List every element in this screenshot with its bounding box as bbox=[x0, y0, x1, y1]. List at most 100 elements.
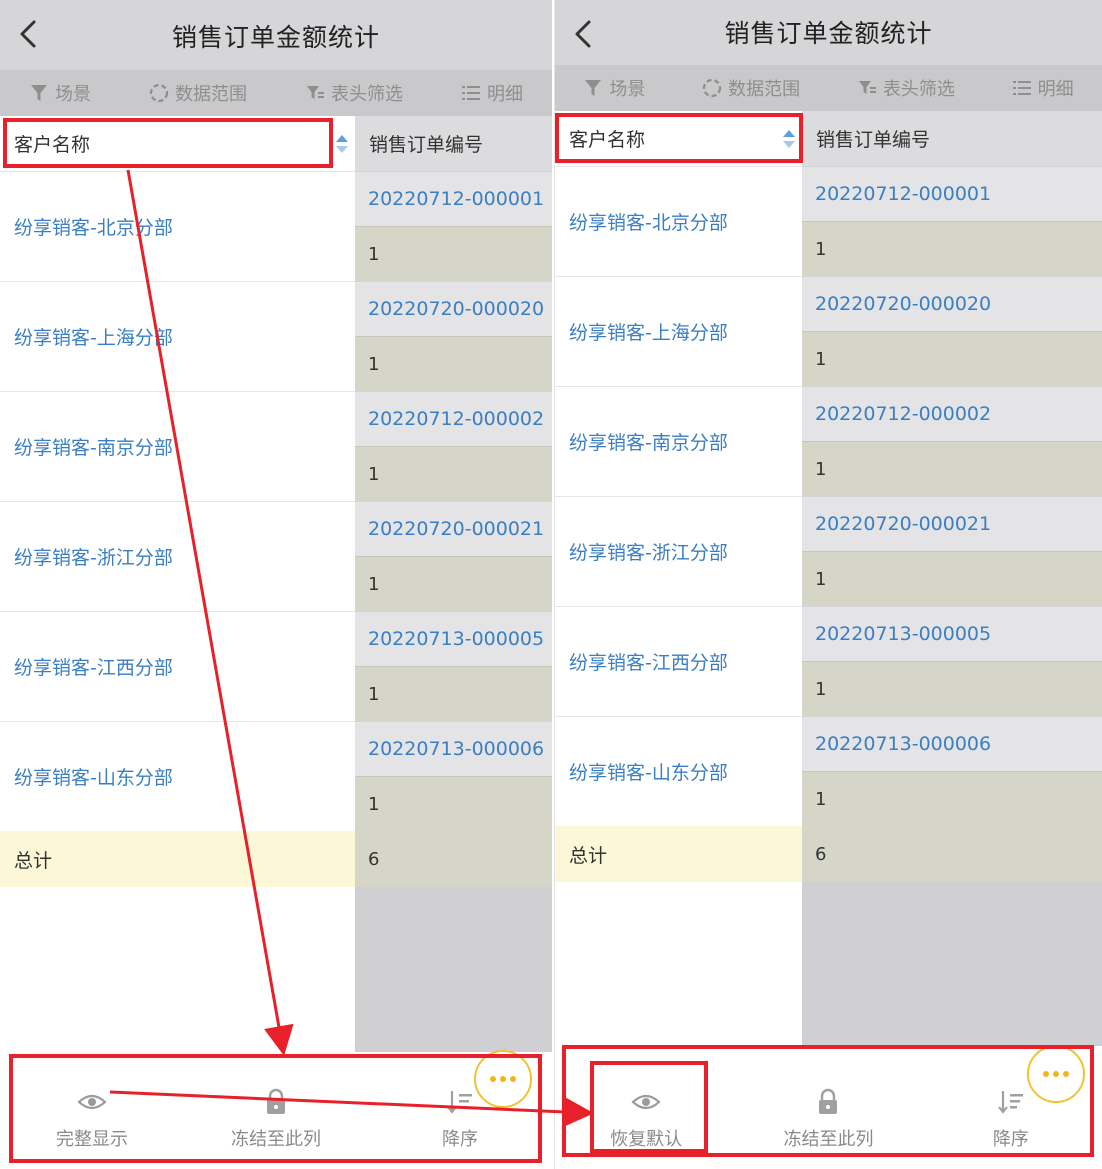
total-value: 6 bbox=[802, 826, 1102, 882]
order-number-cell[interactable]: 20220712-000001 bbox=[355, 171, 552, 226]
report-table: 客户名称 纷享销客-北京分部 纷享销客-上海分部 纷享销客-南京分部 纷享销客-… bbox=[0, 116, 552, 1169]
sort-descending-icon bbox=[997, 1091, 1023, 1114]
scene-button[interactable]: 场景 bbox=[29, 80, 91, 106]
customer-cell[interactable]: 纷享销客-北京分部 bbox=[0, 171, 355, 281]
customer-cell[interactable]: 纷享销客-南京分部 bbox=[0, 391, 355, 501]
customer-column: 客户名称 纷享销客-北京分部 纷享销客-上海分部 纷享销客-南京分部 纷享销客-… bbox=[555, 111, 802, 1169]
funnel-icon bbox=[585, 80, 602, 96]
order-number-cell[interactable]: 20220713-000005 bbox=[802, 606, 1102, 661]
data-range-label: 数据范围 bbox=[175, 84, 247, 105]
report-toolbar: 场景 数据范围 表头筛选 明细 bbox=[555, 65, 1102, 111]
freeze-column-label: 冻结至此列 bbox=[783, 1129, 874, 1150]
amount-cell: 1 bbox=[802, 221, 1102, 276]
order-column-header[interactable]: 销售订单编号 bbox=[802, 111, 1102, 166]
list-icon bbox=[1012, 81, 1031, 95]
amount-cell: 1 bbox=[355, 556, 552, 611]
page-title: 销售订单金额统计 bbox=[171, 23, 380, 52]
order-number-cell[interactable]: 20220720-000021 bbox=[355, 501, 552, 556]
freeze-column-button[interactable]: 冻结至此列 bbox=[753, 1087, 903, 1151]
order-column-header[interactable]: 销售订单编号 bbox=[355, 116, 552, 171]
sort-descending-label: 降序 bbox=[442, 1129, 478, 1150]
report-toolbar: 场景 数据范围 表头筛选 明细 bbox=[0, 70, 552, 116]
restore-default-button[interactable]: 恢复默认 bbox=[571, 1087, 721, 1151]
total-label: 总计 bbox=[0, 831, 355, 887]
order-number-cell[interactable]: 20220713-000006 bbox=[802, 716, 1102, 771]
sort-descending-label: 降序 bbox=[992, 1129, 1029, 1150]
detail-label: 明细 bbox=[1037, 79, 1074, 100]
scene-label: 场景 bbox=[609, 79, 646, 100]
detail-button[interactable]: 明细 bbox=[461, 80, 523, 106]
freeze-column-button[interactable]: 冻结至此列 bbox=[201, 1087, 351, 1151]
left-screenshot-panel: 销售订单金额统计 场景 数据范围 表头筛选 明细 客户名称 纷享销客-北京分部 … bbox=[0, 0, 552, 1169]
customer-cell[interactable]: 纷享销客-北京分部 bbox=[555, 166, 802, 276]
order-header-label: 销售订单编号 bbox=[369, 134, 484, 156]
app-header: 销售订单金额统计 bbox=[555, 0, 1102, 65]
customer-header-label: 客户名称 bbox=[569, 129, 646, 151]
customer-column-header[interactable]: 客户名称 bbox=[555, 111, 802, 166]
scope-ring-icon bbox=[149, 83, 169, 103]
amount-cell: 1 bbox=[802, 441, 1102, 496]
detail-button[interactable]: 明细 bbox=[1012, 75, 1074, 101]
detail-label: 明细 bbox=[487, 84, 523, 105]
show-full-button[interactable]: 完整显示 bbox=[17, 1087, 167, 1151]
customer-cell[interactable]: 纷享销客-江西分部 bbox=[0, 611, 355, 721]
amount-cell: 1 bbox=[802, 551, 1102, 606]
customer-column-header[interactable]: 客户名称 bbox=[0, 116, 355, 171]
column-action-bar: 恢复默认 冻结至此列 降序 bbox=[555, 1046, 1102, 1169]
scene-label: 场景 bbox=[55, 84, 91, 105]
lock-icon bbox=[267, 1088, 285, 1114]
customer-cell[interactable]: 纷享销客-浙江分部 bbox=[0, 501, 355, 611]
more-dots-icon bbox=[490, 1076, 516, 1082]
total-label: 总计 bbox=[555, 826, 802, 882]
more-button[interactable] bbox=[474, 1050, 532, 1108]
sort-arrows-icon[interactable] bbox=[782, 129, 796, 149]
amount-cell: 1 bbox=[802, 661, 1102, 716]
sort-arrows-icon[interactable] bbox=[335, 134, 349, 154]
amount-cell: 1 bbox=[802, 771, 1102, 826]
customer-cell[interactable]: 纷享销客-江西分部 bbox=[555, 606, 802, 716]
order-number-cell[interactable]: 20220712-000001 bbox=[802, 166, 1102, 221]
customer-column: 客户名称 纷享销客-北京分部 纷享销客-上海分部 纷享销客-南京分部 纷享销客-… bbox=[0, 116, 355, 1169]
order-number-cell[interactable]: 20220713-000005 bbox=[355, 611, 552, 666]
funnel-icon bbox=[31, 85, 47, 101]
amount-cell: 1 bbox=[355, 336, 552, 391]
customer-cell[interactable]: 纷享销客-南京分部 bbox=[555, 386, 802, 496]
customer-cell[interactable]: 纷享销客-浙江分部 bbox=[555, 496, 802, 606]
amount-cell: 1 bbox=[355, 776, 552, 831]
order-number-cell[interactable]: 20220712-000002 bbox=[802, 386, 1102, 441]
header-filter-button[interactable]: 表头筛选 bbox=[305, 80, 403, 106]
customer-cell[interactable]: 纷享销客-山东分部 bbox=[0, 721, 355, 831]
amount-cell: 1 bbox=[355, 446, 552, 501]
data-range-button[interactable]: 数据范围 bbox=[702, 75, 800, 101]
amount-cell: 1 bbox=[355, 666, 552, 721]
more-button[interactable] bbox=[1027, 1045, 1085, 1103]
header-filter-button[interactable]: 表头筛选 bbox=[857, 75, 955, 101]
customer-header-label: 客户名称 bbox=[14, 134, 91, 156]
freeze-column-label: 冻结至此列 bbox=[231, 1129, 321, 1150]
order-number-cell[interactable]: 20220712-000002 bbox=[355, 391, 552, 446]
order-column: 销售订单编号 20220712-000001 1 20220720-000020… bbox=[802, 111, 1102, 882]
order-number-cell[interactable]: 20220720-000021 bbox=[802, 496, 1102, 551]
scope-ring-icon bbox=[703, 78, 722, 98]
order-header-label: 销售订单编号 bbox=[816, 129, 931, 151]
right-screenshot-panel: 销售订单金额统计 场景 数据范围 表头筛选 明细 客户名称 纷享销客-北京分部 … bbox=[554, 0, 1102, 1169]
order-number-cell[interactable]: 20220720-000020 bbox=[355, 281, 552, 336]
more-dots-icon bbox=[1043, 1071, 1069, 1077]
order-number-cell[interactable]: 20220720-000020 bbox=[802, 276, 1102, 331]
report-table: 客户名称 纷享销客-北京分部 纷享销客-上海分部 纷享销客-南京分部 纷享销客-… bbox=[555, 111, 1102, 1169]
column-filter-icon bbox=[307, 86, 324, 99]
show-full-label: 完整显示 bbox=[56, 1129, 128, 1150]
order-number-cell[interactable]: 20220713-000006 bbox=[355, 721, 552, 776]
customer-cell[interactable]: 纷享销客-上海分部 bbox=[0, 281, 355, 391]
customer-cell[interactable]: 纷享销客-上海分部 bbox=[555, 276, 802, 386]
sort-descending-icon bbox=[447, 1091, 472, 1114]
lock-icon bbox=[819, 1088, 838, 1114]
scene-button[interactable]: 场景 bbox=[583, 75, 645, 101]
data-range-button[interactable]: 数据范围 bbox=[149, 80, 247, 106]
amount-cell: 1 bbox=[355, 226, 552, 281]
column-action-bar: 完整显示 冻结至此列 降序 bbox=[0, 1052, 552, 1169]
app-header: 销售订单金额统计 bbox=[0, 0, 552, 70]
amount-cell: 1 bbox=[802, 331, 1102, 386]
customer-cell[interactable]: 纷享销客-山东分部 bbox=[555, 716, 802, 826]
total-value: 6 bbox=[355, 831, 552, 887]
